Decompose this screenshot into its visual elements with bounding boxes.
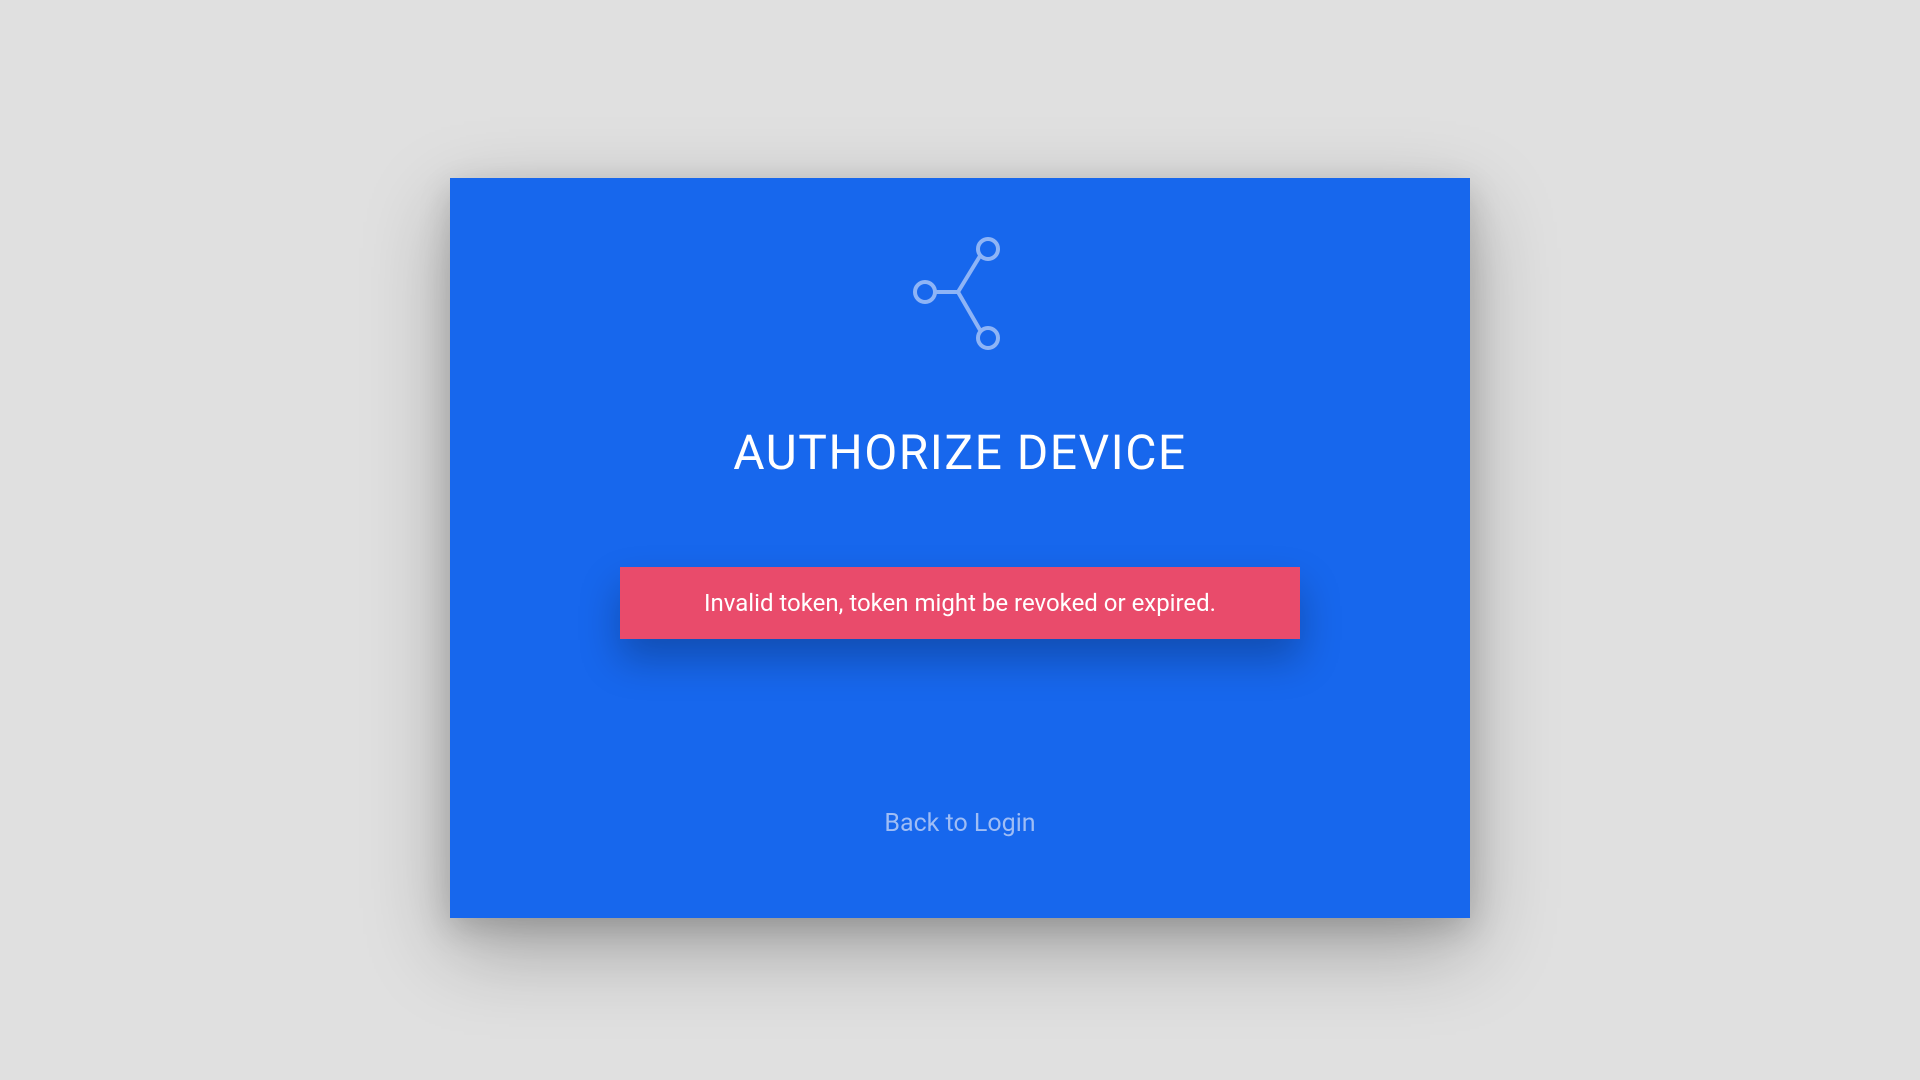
page-title: AUTHORIZE DEVICE bbox=[733, 424, 1186, 481]
back-to-login-link[interactable]: Back to Login bbox=[884, 809, 1035, 838]
authorize-device-card: AUTHORIZE DEVICE Invalid token, token mi… bbox=[450, 178, 1470, 918]
share-network-icon bbox=[900, 234, 1020, 354]
error-message: Invalid token, token might be revoked or… bbox=[620, 567, 1300, 639]
